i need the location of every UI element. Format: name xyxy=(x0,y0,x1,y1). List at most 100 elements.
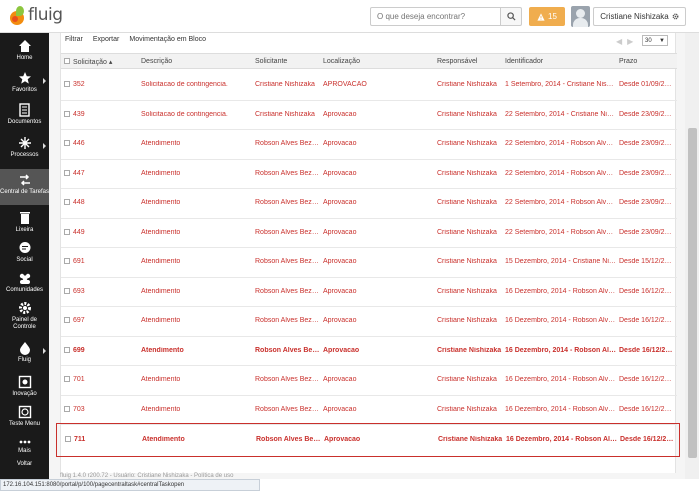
cell-identifier[interactable]: 16 Dezembro, 2014 - Robson Alves Bezerra xyxy=(505,317,617,324)
column-header-localizacao[interactable]: Localização xyxy=(323,58,360,65)
cell-responsible[interactable]: Cristiane Nishizaka xyxy=(437,111,503,118)
cell-desc[interactable]: Atendimento xyxy=(141,229,251,236)
cell-deadline[interactable]: Desde 23/09/2014 xyxy=(619,111,675,118)
cell-desc[interactable]: Atendimento xyxy=(141,376,251,383)
cell-requester[interactable]: Cristiane Nishizaka xyxy=(255,111,321,118)
cell-deadline[interactable]: Desde 23/09/2014 xyxy=(619,170,675,177)
cell-location[interactable]: Aprovacao xyxy=(323,170,433,177)
filter-button[interactable]: Filtrar xyxy=(65,36,83,43)
column-header-solicitacao[interactable]: Solicitação ▴ xyxy=(73,58,112,66)
cell-location[interactable]: Aprovacao xyxy=(323,258,433,265)
cell-deadline[interactable]: Desde 01/09/2014 xyxy=(619,81,675,88)
cell-location[interactable]: Aprovacao xyxy=(323,111,433,118)
row-checkbox[interactable] xyxy=(64,110,70,117)
column-header-responsavel[interactable]: Responsável xyxy=(437,58,477,65)
row-checkbox[interactable] xyxy=(64,81,70,87)
cell-id[interactable]: 697 xyxy=(73,317,137,324)
sidebar-item-mais[interactable]: Mais xyxy=(0,438,49,455)
cell-deadline[interactable]: Desde 16/12/2014 xyxy=(619,288,675,295)
cell-deadline[interactable]: Desde 16/12/2014 xyxy=(619,317,675,324)
cell-responsible[interactable]: Cristiane Nishizaka xyxy=(437,199,503,206)
cell-id[interactable]: 693 xyxy=(73,288,137,295)
cell-id[interactable]: 448 xyxy=(73,199,137,206)
cell-desc[interactable]: Atendimento xyxy=(141,199,251,206)
cell-requester[interactable]: Robson Alves Bezerra xyxy=(255,347,321,354)
cell-deadline[interactable]: Desde 23/09/2014 xyxy=(619,229,675,236)
cell-identifier[interactable]: 22 Setembro, 2014 - Robson Alves Bezerra xyxy=(505,199,617,206)
cell-desc[interactable]: Atendimento xyxy=(141,347,251,354)
cell-id[interactable]: 691 xyxy=(73,258,137,265)
cell-id[interactable]: 449 xyxy=(73,229,137,236)
cell-responsible[interactable]: Cristiane Nishizaka xyxy=(437,288,503,295)
cell-id[interactable]: 711 xyxy=(74,436,138,443)
table-row[interactable]: 447 Atendimento Robson Alves Bezerra Aprova… xyxy=(61,160,677,189)
cell-identifier[interactable]: 22 Setembro, 2014 - Robson Alves Bezerra xyxy=(505,170,617,177)
cell-desc[interactable]: Atendimento xyxy=(141,170,251,177)
cell-desc[interactable]: Atendimento xyxy=(141,317,251,324)
table-row[interactable]: 446 Atendimento Robson Alves Bezerra Aprova… xyxy=(61,130,677,160)
sidebar-item-inovacao[interactable]: Inovação xyxy=(0,375,49,398)
cell-location[interactable]: Aprovacao xyxy=(323,406,433,413)
row-checkbox[interactable] xyxy=(64,405,70,412)
cell-responsible[interactable]: Cristiane Nishizaka xyxy=(437,317,503,324)
cell-desc[interactable]: Atendimento xyxy=(142,436,252,443)
table-row[interactable]: 449 Atendimento Robson Alves Bezerra Aprova… xyxy=(61,219,677,248)
row-checkbox[interactable] xyxy=(64,376,70,382)
table-row[interactable]: 693 Atendimento Robson Alves Bezerra Aprova… xyxy=(61,278,677,307)
sidebar-item-comunidades[interactable]: Comunidades xyxy=(0,271,49,294)
table-row[interactable]: 703 Atendimento Robson Alves Bezerra Aprova… xyxy=(61,396,677,425)
cell-requester[interactable]: Robson Alves Bezerra xyxy=(255,317,321,324)
cell-responsible[interactable]: Cristiane Nishizaka xyxy=(437,81,503,88)
cell-requester[interactable]: Robson Alves Bezerra xyxy=(256,436,322,443)
sidebar-item-documentos[interactable]: Documentos xyxy=(0,103,49,126)
search-button[interactable] xyxy=(500,7,522,26)
cell-id[interactable]: 352 xyxy=(73,81,137,88)
cell-responsible[interactable]: Cristiane Nishizaka xyxy=(437,170,503,177)
sidebar-item-favoritos[interactable]: Favoritos xyxy=(0,71,49,94)
sidebar-item-processos[interactable]: Processos xyxy=(0,136,49,159)
cell-requester[interactable]: Robson Alves Bezerra xyxy=(255,229,321,236)
cell-identifier[interactable]: 22 Setembro, 2014 - Robson Alves Bezerra xyxy=(505,229,617,236)
cell-location[interactable]: Aprovacao xyxy=(323,140,433,147)
cell-responsible[interactable]: Cristiane Nishizaka xyxy=(437,140,503,147)
cell-identifier[interactable]: 16 Dezembro, 2014 - Robson Alves Bezerra xyxy=(505,376,617,383)
cell-location[interactable]: Aprovacao xyxy=(323,199,433,206)
cell-desc[interactable]: Atendimento xyxy=(141,288,251,295)
cell-identifier[interactable]: 15 Dezembro, 2014 - Cristiane Nishizaka xyxy=(505,258,617,265)
export-button[interactable]: Exportar xyxy=(93,36,119,43)
cell-id[interactable]: 447 xyxy=(73,170,137,177)
search-input[interactable] xyxy=(370,7,501,26)
table-row[interactable]: 439 Solicitacao de contingencia. Cristiane… xyxy=(61,101,677,130)
cell-location[interactable]: Aprovacao xyxy=(323,229,433,236)
column-header-identificador[interactable]: Identificador xyxy=(505,58,543,65)
sidebar-item-voltar[interactable]: Voltar xyxy=(0,461,49,468)
cell-responsible[interactable]: Cristiane Nishizaka xyxy=(437,229,503,236)
row-checkbox[interactable] xyxy=(64,228,70,235)
cell-responsible[interactable]: Cristiane Nishizaka xyxy=(438,436,504,443)
cell-id[interactable]: 446 xyxy=(73,140,137,147)
cell-identifier[interactable]: 22 Setembro, 2014 - Robson Alves Bezerra xyxy=(505,140,617,147)
cell-deadline[interactable]: Desde 23/09/2014 xyxy=(619,199,675,206)
cell-deadline[interactable]: Desde 15/12/2014 xyxy=(619,258,675,265)
column-header-solicitante[interactable]: Solicitante xyxy=(255,58,287,65)
cell-identifier[interactable]: 22 Setembro, 2014 - Cristiane Nishizaka xyxy=(505,111,617,118)
cell-deadline[interactable]: Desde 16/12/2014 xyxy=(619,347,675,354)
cell-desc[interactable]: Solicitacao de contingencia. xyxy=(141,81,251,88)
cell-deadline[interactable]: Desde 16/12/2014 xyxy=(619,406,675,413)
sidebar-item-lixeira[interactable]: Lixeira xyxy=(0,211,49,234)
sidebar-item-painel-de-controle[interactable]: Painel de Controle xyxy=(0,301,49,331)
cell-deadline[interactable]: Desde 16/12/2014 xyxy=(619,376,675,383)
table-row[interactable]: 691 Atendimento Robson Alves Bezerra Aprova… xyxy=(61,248,677,278)
scrollbar-thumb[interactable] xyxy=(688,128,697,458)
next-page-icon[interactable]: ▶ xyxy=(627,37,633,46)
sidebar-item-teste-menu[interactable]: Teste Menu xyxy=(0,405,49,428)
cell-requester[interactable]: Cristiane Nishizaka xyxy=(255,81,321,88)
row-checkbox[interactable] xyxy=(64,169,70,176)
cell-location[interactable]: Aprovacao xyxy=(323,347,433,354)
cell-responsible[interactable]: Cristiane Nishizaka xyxy=(437,406,503,413)
row-checkbox[interactable] xyxy=(64,346,70,353)
row-checkbox[interactable] xyxy=(65,436,71,442)
bulk-move-button[interactable]: Movimentação em Bloco xyxy=(129,36,206,43)
prev-page-icon[interactable]: ◀ xyxy=(616,37,622,46)
cell-requester[interactable]: Robson Alves Bezerra xyxy=(255,406,321,413)
